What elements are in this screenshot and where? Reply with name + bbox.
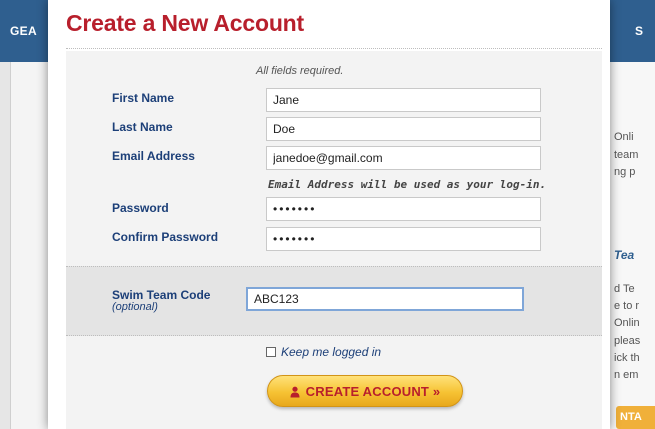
email-label: Email Address bbox=[112, 149, 195, 163]
last-name-field[interactable] bbox=[266, 117, 541, 141]
first-name-field[interactable] bbox=[266, 88, 541, 112]
background-left-strip bbox=[0, 62, 11, 429]
email-hint: Email Address will be used as your log-i… bbox=[268, 178, 547, 191]
swim-team-code-label: Swim Team Code bbox=[112, 288, 211, 302]
background-contact-button: NTA bbox=[616, 406, 655, 429]
swim-team-code-input[interactable] bbox=[246, 287, 524, 311]
background-text-fragment: Onli bbox=[614, 131, 634, 143]
background-nav-fragment: GEA bbox=[10, 24, 37, 38]
background-text-fragment: e to r bbox=[614, 300, 640, 312]
confirm-password-label: Confirm Password bbox=[112, 230, 219, 244]
background-heading-fragment: Tea bbox=[614, 248, 635, 262]
title-divider bbox=[66, 48, 602, 49]
user-icon bbox=[290, 385, 300, 398]
background-text-fragment: ick th bbox=[614, 352, 640, 364]
background-text-fragment: ng p bbox=[614, 166, 636, 178]
swim-team-code-optional: (optional) bbox=[112, 301, 158, 313]
create-account-button-label: CREATE ACCOUNT » bbox=[305, 383, 441, 399]
first-name-label: First Name bbox=[112, 91, 175, 105]
fields-required-note: All fields required. bbox=[256, 65, 344, 77]
background-text-fragment: Onlin bbox=[614, 317, 640, 329]
create-account-button[interactable]: CREATE ACCOUNT » bbox=[267, 375, 463, 407]
create-account-modal: Create a New Account All fields required… bbox=[48, 0, 610, 429]
swim-team-code-section: Swim Team Code (optional) bbox=[66, 266, 602, 336]
password-label: Password bbox=[112, 201, 169, 215]
background-nav-fragment-right: S bbox=[634, 24, 643, 38]
last-name-label: Last Name bbox=[112, 120, 173, 134]
modal-title: Create a New Account bbox=[66, 10, 304, 36]
background-text-fragment: team bbox=[614, 149, 639, 161]
keep-logged-in-label[interactable]: Keep me logged in bbox=[281, 345, 381, 359]
confirm-password-field[interactable] bbox=[266, 227, 541, 251]
keep-logged-in-checkbox[interactable] bbox=[266, 347, 276, 357]
background-text-fragment: d Te bbox=[614, 283, 635, 295]
password-field[interactable] bbox=[266, 197, 541, 221]
signup-form: All fields required. First Name Last Nam… bbox=[66, 51, 602, 429]
background-text-fragment: pleas bbox=[614, 335, 641, 347]
keep-logged-in-row[interactable]: Keep me logged in bbox=[266, 345, 381, 359]
background-text-fragment: n em bbox=[614, 369, 639, 381]
email-field[interactable] bbox=[266, 146, 541, 170]
